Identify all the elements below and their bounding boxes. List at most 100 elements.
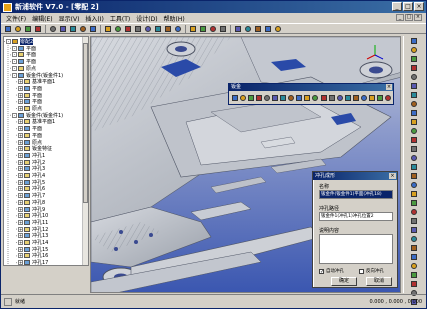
cancel-button[interactable]: 取消 (366, 277, 392, 286)
punch-dialog-title-bar[interactable]: 冲孔成形 × (313, 172, 397, 180)
save-button[interactable] (23, 24, 32, 33)
ortho-button[interactable] (409, 236, 419, 242)
tree-scrollbar-thumb[interactable] (83, 43, 88, 203)
extend-button[interactable] (409, 119, 419, 125)
notch-button[interactable] (280, 93, 287, 102)
tree-expander-icon[interactable]: + (18, 179, 23, 185)
sheet-metal-toolbar[interactable]: 钣金 × (228, 83, 394, 105)
relief-button[interactable] (288, 93, 295, 102)
corner-button[interactable] (312, 93, 319, 102)
menu-design[interactable]: 设计(D) (133, 14, 160, 23)
mirror-button[interactable] (409, 146, 419, 152)
tree-expander-icon[interactable]: + (18, 246, 23, 252)
tree-expander-icon[interactable]: + (18, 85, 23, 91)
emboss-button[interactable] (336, 93, 343, 102)
unfold-button[interactable] (296, 93, 303, 102)
fillet-button[interactable] (409, 128, 419, 134)
reverse-punch-check-icon[interactable] (359, 268, 364, 274)
polygon-button[interactable] (409, 83, 419, 89)
hem-button[interactable] (255, 93, 262, 102)
tree-expander-icon[interactable]: + (18, 132, 23, 138)
doc-restore-button[interactable]: □ (405, 14, 413, 21)
menu-view[interactable]: 显示(V) (56, 14, 83, 23)
tree-item[interactable]: + 冲孔17 (18, 259, 48, 265)
measure-button[interactable] (263, 24, 272, 33)
auto-punch-check-icon[interactable]: ✓ (319, 268, 324, 274)
menu-tools[interactable]: 工具(T) (107, 14, 133, 23)
minimize-button[interactable]: _ (392, 2, 402, 11)
zoom-button[interactable] (153, 24, 162, 33)
view-top-button[interactable] (198, 24, 207, 33)
snap-button[interactable] (409, 218, 419, 224)
tree-expander-icon[interactable]: - (12, 52, 17, 58)
fold-button[interactable] (304, 93, 311, 102)
tree-expander-icon[interactable]: + (18, 186, 23, 192)
tree-expander-icon[interactable]: + (18, 159, 23, 165)
tree-expander-icon[interactable]: + (18, 253, 23, 259)
ok-button[interactable]: 确定 (331, 277, 357, 286)
cut-button[interactable] (48, 24, 57, 33)
tree-expander-icon[interactable]: + (18, 206, 23, 212)
feature-tree[interactable]: - 零配2- 平面 - 平面 - 平面 - 原点 - 钣金件(钣金件1) + 基准平面1 + 平面 + 平面 + 平… (3, 36, 89, 266)
copy-button[interactable] (58, 24, 67, 33)
help-button[interactable] (273, 24, 282, 33)
pattern-button[interactable] (409, 155, 419, 161)
light-button[interactable] (409, 272, 419, 278)
zoom-fit-button[interactable] (173, 24, 182, 33)
view-front-button[interactable] (188, 24, 197, 33)
menu-insert[interactable]: 插入(I) (82, 14, 106, 23)
tree-expander-icon[interactable]: + (18, 166, 23, 172)
rotate-button[interactable] (133, 24, 142, 33)
doc-minimize-button[interactable]: _ (396, 14, 404, 21)
tree-expander-icon[interactable]: + (18, 139, 23, 145)
menu-edit[interactable]: 编辑(E) (29, 14, 55, 23)
auto-punch-checkbox[interactable]: ✓ 自动冲孔 (319, 268, 344, 274)
render-button[interactable] (409, 263, 419, 269)
grid-button[interactable] (409, 227, 419, 233)
tree-expander-icon[interactable]: + (18, 219, 23, 225)
offset-button[interactable] (409, 101, 419, 107)
tree-scrollbar[interactable] (82, 37, 88, 265)
undo-button[interactable] (78, 24, 87, 33)
description-textarea[interactable] (319, 234, 393, 264)
tree-expander-icon[interactable]: + (18, 260, 23, 265)
tree-expander-icon[interactable]: + (18, 199, 23, 205)
trim-button[interactable] (409, 110, 419, 116)
zoom-window-button[interactable] (163, 24, 172, 33)
tree-expander-icon[interactable]: - (12, 45, 17, 51)
tree-expander-icon[interactable]: - (12, 72, 17, 78)
sheet-metal-toolbar-title[interactable]: 钣金 × (229, 84, 393, 91)
view-side-button[interactable] (208, 24, 217, 33)
select-button[interactable] (103, 24, 112, 33)
hatch-button[interactable] (409, 191, 419, 197)
line-button[interactable] (409, 47, 419, 53)
tree-expander-icon[interactable]: + (18, 240, 23, 245)
tab-button[interactable] (377, 93, 384, 102)
text-button[interactable] (409, 182, 419, 188)
delete-button[interactable] (113, 24, 122, 33)
shade-button[interactable] (233, 24, 242, 33)
measure-button[interactable] (409, 245, 419, 251)
tree-expander-icon[interactable]: + (18, 146, 23, 152)
spline-button[interactable] (409, 92, 419, 98)
louver-button[interactable] (328, 93, 335, 102)
maximize-button[interactable]: □ (403, 2, 413, 11)
redo-button[interactable] (88, 24, 97, 33)
tree-expander-icon[interactable]: + (18, 92, 23, 98)
view-iso-button[interactable] (218, 24, 227, 33)
bend-button[interactable] (239, 93, 246, 102)
flatten-button[interactable] (385, 93, 392, 102)
tree-expander-icon[interactable]: + (18, 213, 23, 219)
arc-button[interactable] (409, 56, 419, 62)
arrow-button[interactable] (409, 38, 419, 44)
close-button[interactable]: × (414, 2, 424, 11)
lance-button[interactable] (344, 93, 351, 102)
tree-expander-icon[interactable]: - (6, 39, 11, 44)
plate-button[interactable] (231, 93, 238, 102)
paste-button[interactable] (68, 24, 77, 33)
jog-button[interactable] (263, 93, 270, 102)
circle-button[interactable] (409, 65, 419, 71)
section-button[interactable] (409, 254, 419, 260)
tree-expander-icon[interactable]: + (18, 193, 23, 199)
tree-expander-icon[interactable]: - (12, 65, 17, 71)
